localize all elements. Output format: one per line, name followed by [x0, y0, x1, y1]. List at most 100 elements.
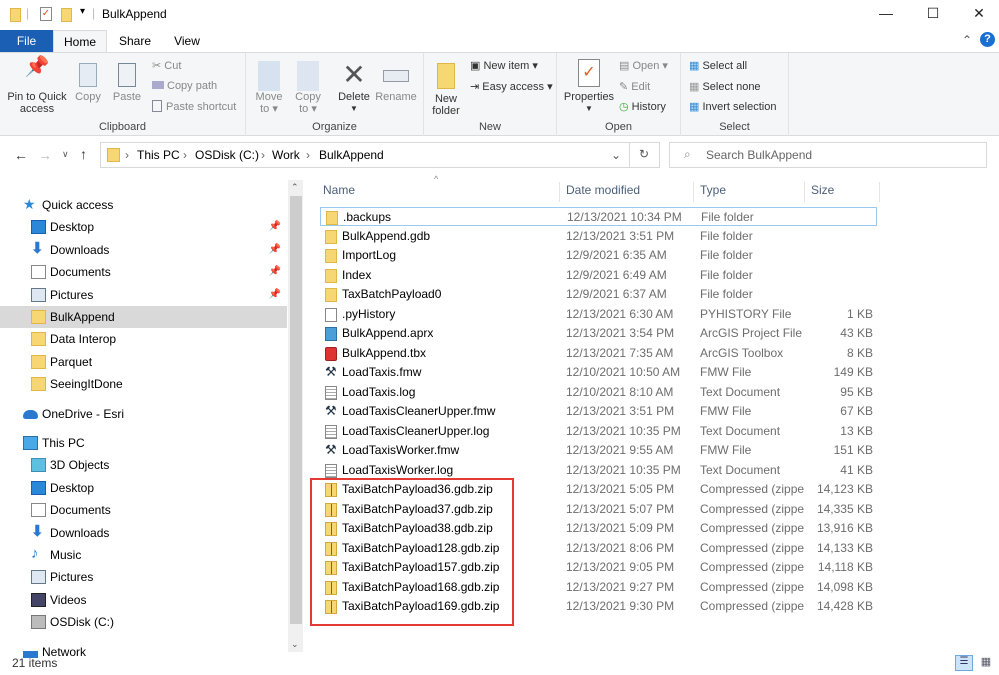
easy-access-button[interactable]: ⇥ Easy access ▾ [470, 80, 553, 93]
column-name[interactable]: Name [317, 182, 560, 202]
file-row[interactable]: Index12/9/2021 6:49 AMFile folder [320, 266, 877, 285]
up-button[interactable]: ↑ [80, 146, 87, 162]
file-row[interactable]: LoadTaxis.log12/10/2021 8:10 AMText Docu… [320, 383, 877, 402]
nav-item-pictures[interactable]: Pictures📌 [0, 284, 287, 306]
copy-to-button[interactable]: Copyto ▾ [292, 61, 324, 115]
pin-icon[interactable]: 📌 [269, 216, 281, 238]
breadcrumb-bulkappend[interactable]: BulkAppend [319, 148, 384, 162]
search-input[interactable]: ⌕ Search BulkAppend [669, 142, 987, 168]
column-date-modified[interactable]: Date modified [560, 182, 694, 202]
nav-item-music[interactable]: ♪Music [0, 544, 287, 566]
pin-icon[interactable]: 📌 [269, 284, 281, 306]
properties-dropdown-icon[interactable]: ▼ [563, 103, 615, 115]
nav-item-parquet[interactable]: Parquet [0, 351, 287, 373]
address-bar[interactable]: › This PC › OSDisk (C:) › Work › BulkApp… [100, 142, 660, 168]
nav-item-desktop[interactable]: Desktop📌 [0, 216, 287, 238]
nav-item-onedrive-esri[interactable]: OneDrive - Esri [0, 403, 287, 425]
paste-shortcut-icon [152, 100, 162, 112]
copy-button[interactable]: Copy [72, 61, 104, 103]
close-button[interactable]: ✕ [969, 5, 989, 22]
file-row[interactable]: .pyHistory12/13/2021 6:30 AMPYHISTORY Fi… [320, 305, 877, 324]
nav-item-data-interop[interactable]: Data Interop [0, 328, 287, 350]
delete-button[interactable]: ✕ Delete▼ [334, 59, 374, 115]
download-icon: ⬇ [31, 243, 46, 257]
file-row[interactable]: LoadTaxisCleanerUpper.log12/13/2021 10:3… [320, 422, 877, 441]
delete-dropdown-icon[interactable]: ▼ [334, 103, 374, 115]
large-icons-view-button[interactable]: ▦ [978, 655, 994, 671]
nav-item-documents[interactable]: Documents📌 [0, 261, 287, 283]
rename-button[interactable]: Rename [374, 61, 418, 103]
select-all-button[interactable]: ▦ Select all [689, 59, 747, 72]
nav-item-3d-objects[interactable]: 3D Objects [0, 454, 287, 476]
back-button[interactable]: ← [14, 147, 28, 163]
scroll-up-icon[interactable]: ⌃ [291, 182, 299, 193]
new-folder-button[interactable]: Newfolder [430, 61, 462, 117]
file-row[interactable]: LoadTaxisWorker.log12/13/2021 10:35 PMTe… [320, 461, 877, 480]
tab-share[interactable]: Share [113, 30, 157, 52]
maximize-button[interactable]: ☐ [923, 5, 943, 22]
nav-item-downloads[interactable]: ⬇Downloads [0, 522, 287, 544]
forward-button[interactable]: → [38, 147, 52, 163]
pin-icon[interactable]: 📌 [269, 239, 281, 261]
customize-qat-icon[interactable]: ▾ [80, 6, 85, 17]
column-size[interactable]: Size [805, 182, 880, 202]
file-row[interactable]: ImportLog12/9/2021 6:35 AMFile folder [320, 246, 877, 265]
nav-item-pictures[interactable]: Pictures [0, 566, 287, 588]
tab-view[interactable]: View [165, 30, 209, 52]
nav-scrollbar-thumb[interactable] [290, 196, 302, 624]
file-row[interactable]: .backups12/13/2021 10:34 PMFile folder [320, 207, 877, 226]
cut-button[interactable]: ✂ Cut [152, 59, 181, 72]
open-button[interactable]: ▤ Open ▾ [619, 59, 668, 72]
nav-item-bulkappend[interactable]: BulkAppend [0, 306, 287, 328]
paste-shortcut-button[interactable]: Paste shortcut [152, 100, 236, 113]
column-type[interactable]: Type [694, 182, 805, 202]
move-to-button[interactable]: Moveto ▾ [254, 61, 284, 115]
breadcrumb-chevron[interactable]: › [306, 148, 310, 162]
history-button[interactable]: ◷ History [619, 100, 666, 113]
paste-button[interactable]: Paste [110, 61, 144, 103]
invert-selection-button[interactable]: ▦ Invert selection [689, 100, 776, 113]
breadcrumb-chevron[interactable]: › [125, 148, 129, 162]
help-icon[interactable]: ? [980, 32, 995, 47]
recent-locations-button[interactable]: ∨ [62, 149, 69, 160]
copy-path-icon [152, 81, 164, 89]
nav-item-seeingitdone[interactable]: SeeingItDone [0, 373, 287, 395]
breadcrumb-this-pc[interactable]: This PC [137, 148, 180, 162]
nav-item-documents[interactable]: Documents [0, 499, 287, 521]
nav-item-this-pc[interactable]: This PC [0, 432, 287, 454]
tab-file[interactable]: File [0, 30, 53, 52]
refresh-icon[interactable]: ↻ [639, 147, 649, 161]
file-row[interactable]: BulkAppend.gdb12/13/2021 3:51 PMFile fol… [320, 227, 877, 246]
nav-item-desktop[interactable]: Desktop [0, 477, 287, 499]
nav-item-videos[interactable]: Videos [0, 589, 287, 611]
edit-button[interactable]: ✎ Edit [619, 80, 650, 93]
file-row[interactable]: BulkAppend.aprx12/13/2021 3:54 PMArcGIS … [320, 324, 877, 343]
select-none-button[interactable]: ▦ Select none [689, 80, 761, 93]
new-folder-qat-icon[interactable] [61, 8, 72, 22]
pc-icon [23, 436, 38, 450]
pin-icon[interactable]: 📌 [269, 261, 281, 283]
properties-button[interactable]: ✓ Properties▼ [563, 59, 615, 115]
nav-item-quick-access[interactable]: ★Quick access [0, 194, 287, 216]
copy-path-button[interactable]: Copy path [152, 80, 217, 92]
file-row[interactable]: TaxBatchPayload012/9/2021 6:37 AMFile fo… [320, 285, 877, 304]
nav-item-osdisk-c-[interactable]: OSDisk (C:) [0, 611, 287, 633]
file-row[interactable]: ⚒LoadTaxisCleanerUpper.fmw12/13/2021 3:5… [320, 402, 877, 421]
collapse-ribbon-icon[interactable]: ⌃ [962, 33, 972, 47]
pin-to-quick-access-button[interactable]: 📌 Pin to Quick access [4, 61, 70, 115]
file-row[interactable]: ⚒LoadTaxisWorker.fmw12/13/2021 9:55 AMFM… [320, 441, 877, 460]
details-view-button[interactable]: ☰ [955, 655, 973, 671]
scroll-down-icon[interactable]: ⌄ [291, 639, 299, 650]
breadcrumb-osdisk[interactable]: OSDisk (C:) [195, 148, 259, 162]
nav-item-downloads[interactable]: ⬇Downloads📌 [0, 239, 287, 261]
properties-qat-icon[interactable]: ✓ [40, 7, 52, 21]
tab-home[interactable]: Home [53, 30, 107, 52]
breadcrumb-chevron[interactable]: › [261, 148, 265, 162]
new-item-button[interactable]: ▣ New item ▾ [470, 59, 538, 72]
minimize-button[interactable]: — [876, 5, 896, 21]
breadcrumb-work[interactable]: Work [272, 148, 300, 162]
breadcrumb-chevron[interactable]: › [183, 148, 187, 162]
file-row[interactable]: ⚒LoadTaxis.fmw12/10/2021 10:50 AMFMW Fil… [320, 363, 877, 382]
file-row[interactable]: BulkAppend.tbx12/13/2021 7:35 AMArcGIS T… [320, 344, 877, 363]
address-dropdown-icon[interactable]: ⌄ [611, 148, 621, 162]
